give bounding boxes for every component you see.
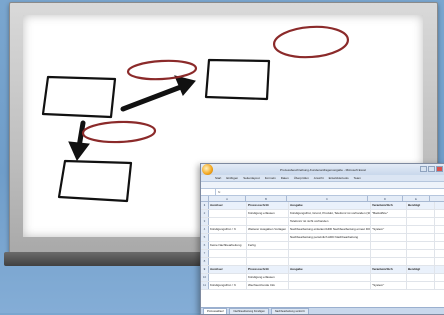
table-row: 3 Telefonnr ist nicht vorhanden bbox=[201, 218, 444, 226]
header-cell[interactable]: Verantwortlich bbox=[371, 266, 407, 273]
cell[interactable] bbox=[407, 226, 435, 233]
column-header[interactable]: B bbox=[246, 196, 287, 201]
header-cell[interactable]: Auslöser bbox=[209, 266, 247, 273]
cell[interactable]: Kündigungsfrist, Grund, Produkt, Telefon… bbox=[289, 210, 371, 217]
red-ellipse-1 bbox=[126, 59, 198, 81]
ribbon bbox=[201, 182, 444, 189]
ribbon-tab[interactable]: Ansicht bbox=[314, 176, 324, 180]
cell[interactable]: Wechsel-Kunde Info bbox=[247, 282, 289, 289]
header-cell[interactable]: Prozessschritt bbox=[247, 266, 289, 273]
window-controls bbox=[420, 166, 443, 172]
table-row: 6 Keine Nachbearbeitung Fertig bbox=[201, 242, 444, 250]
cell[interactable]: Fertig bbox=[247, 242, 289, 249]
ribbon-tab[interactable]: Formeln bbox=[265, 176, 276, 180]
table-header-row: 9 Auslöser Prozessschritt Ausgabe Verant… bbox=[201, 266, 444, 274]
process-box-3 bbox=[57, 159, 133, 203]
excel-title: Prozessbeschreibung-Kundenanfragenvergab… bbox=[280, 167, 366, 172]
cell[interactable]: Kündigungsfrist < 6 bbox=[209, 282, 247, 289]
column-header[interactable]: A bbox=[209, 196, 246, 201]
fx-label: fx bbox=[218, 190, 221, 194]
column-header[interactable]: E bbox=[403, 196, 430, 201]
column-header[interactable]: C bbox=[287, 196, 368, 201]
ribbon-tab[interactable]: Überprüfen bbox=[294, 176, 309, 180]
cell[interactable] bbox=[371, 234, 407, 241]
name-box[interactable] bbox=[201, 189, 216, 195]
cell[interactable]: Keine Nachbearbeitung bbox=[209, 242, 247, 249]
ribbon-tab[interactable]: Entwicklertools bbox=[329, 176, 349, 180]
cell[interactable]: Kündigung erfassen bbox=[247, 274, 289, 281]
sheet-tab[interactable]: Prozessablauf bbox=[203, 307, 228, 314]
ribbon-tabs: Start Einfügen Seitenlayout Formeln Date… bbox=[201, 175, 444, 182]
red-ellipse-2 bbox=[272, 25, 350, 59]
cell[interactable] bbox=[371, 242, 407, 249]
cell[interactable] bbox=[407, 282, 435, 289]
sheet-tab[interactable]: Nachbearbeitung Kündigen bbox=[229, 307, 269, 314]
cell[interactable] bbox=[289, 282, 371, 289]
cell[interactable]: Nachbearbeitung persönlich ADD Nachbearb… bbox=[289, 234, 371, 241]
arrow-right bbox=[120, 75, 196, 112]
cell[interactable] bbox=[407, 218, 435, 225]
table-row: 11 Kündigungsfrist < 6 Wechsel-Kunde Inf… bbox=[201, 282, 444, 290]
cell[interactable]: "Backoffice" bbox=[371, 210, 407, 217]
cell[interactable] bbox=[209, 274, 247, 281]
ribbon-tab[interactable]: Daten bbox=[281, 176, 289, 180]
ribbon-tab[interactable]: Start bbox=[215, 176, 221, 180]
header-cell[interactable]: Benötigt bbox=[407, 202, 435, 209]
table-row: 7 bbox=[201, 250, 444, 258]
header-cell[interactable]: Ausgabe bbox=[289, 266, 371, 273]
cell[interactable] bbox=[209, 218, 247, 225]
red-ellipse-3 bbox=[81, 120, 157, 144]
cell[interactable] bbox=[247, 218, 289, 225]
table-row: 10 Kündigung erfassen bbox=[201, 274, 444, 282]
cell[interactable] bbox=[407, 242, 435, 249]
table-row: 8 bbox=[201, 258, 444, 266]
header-cell[interactable]: Prozessschritt bbox=[247, 202, 289, 209]
cell[interactable]: Kündigungsfrist < 6 bbox=[209, 226, 247, 233]
header-cell[interactable]: Ausgabe bbox=[289, 202, 371, 209]
cell[interactable]: Nachbearbeitung einleiten/ADD Nachbearbe… bbox=[289, 226, 371, 233]
excel-titlebar: Prozessbeschreibung-Kundenanfragenvergab… bbox=[201, 164, 444, 175]
cell[interactable] bbox=[209, 210, 247, 217]
column-header[interactable]: D bbox=[368, 196, 403, 201]
formula-bar: fx bbox=[201, 189, 444, 196]
cell[interactable] bbox=[371, 218, 407, 225]
cell[interactable] bbox=[407, 274, 435, 281]
table-row: 5 Nachbearbeitung persönlich ADD Nachbea… bbox=[201, 234, 444, 242]
minimize-button[interactable] bbox=[420, 166, 427, 172]
sheet-tab[interactable]: Nachbearbeitung verkürzt bbox=[270, 307, 309, 314]
cell[interactable] bbox=[407, 234, 435, 241]
cell[interactable]: Telefonnr ist nicht vorhanden bbox=[289, 218, 371, 225]
excel-window[interactable]: Prozessbeschreibung-Kundenanfragenvergab… bbox=[200, 163, 444, 315]
table-row: 4 Kündigungsfrist < 6 Weiterer Ausgaben … bbox=[201, 226, 444, 234]
table-row: 2 Kündigung erfassen Kündigungsfrist, Gr… bbox=[201, 210, 444, 218]
office-button-icon[interactable] bbox=[202, 164, 213, 175]
cell[interactable]: Weiterer Ausgaben Vorlagen bbox=[247, 226, 289, 233]
header-cell[interactable]: Auslöser bbox=[209, 202, 247, 209]
close-button[interactable] bbox=[436, 166, 443, 172]
cell[interactable]: "System" bbox=[371, 226, 407, 233]
cell[interactable] bbox=[247, 234, 289, 241]
cell[interactable] bbox=[407, 210, 435, 217]
process-box-2 bbox=[204, 58, 271, 101]
cell[interactable] bbox=[289, 242, 371, 249]
header-cell[interactable]: Verantwortlich bbox=[371, 202, 407, 209]
cell[interactable] bbox=[289, 274, 371, 281]
process-box-1 bbox=[41, 75, 117, 119]
table-header-row: 1 Auslöser Prozessschritt Ausgabe Verant… bbox=[201, 202, 444, 210]
ribbon-tab[interactable]: Team bbox=[354, 176, 361, 180]
cell[interactable]: Kündigung erfassen bbox=[247, 210, 289, 217]
maximize-button[interactable] bbox=[428, 166, 435, 172]
ribbon-tab[interactable]: Einfügen bbox=[226, 176, 238, 180]
cell[interactable] bbox=[371, 274, 407, 281]
cell[interactable]: "System" bbox=[371, 282, 407, 289]
ribbon-tab[interactable]: Seitenlayout bbox=[243, 176, 260, 180]
cell[interactable] bbox=[209, 234, 247, 241]
header-cell[interactable]: Benötigt bbox=[407, 266, 435, 273]
